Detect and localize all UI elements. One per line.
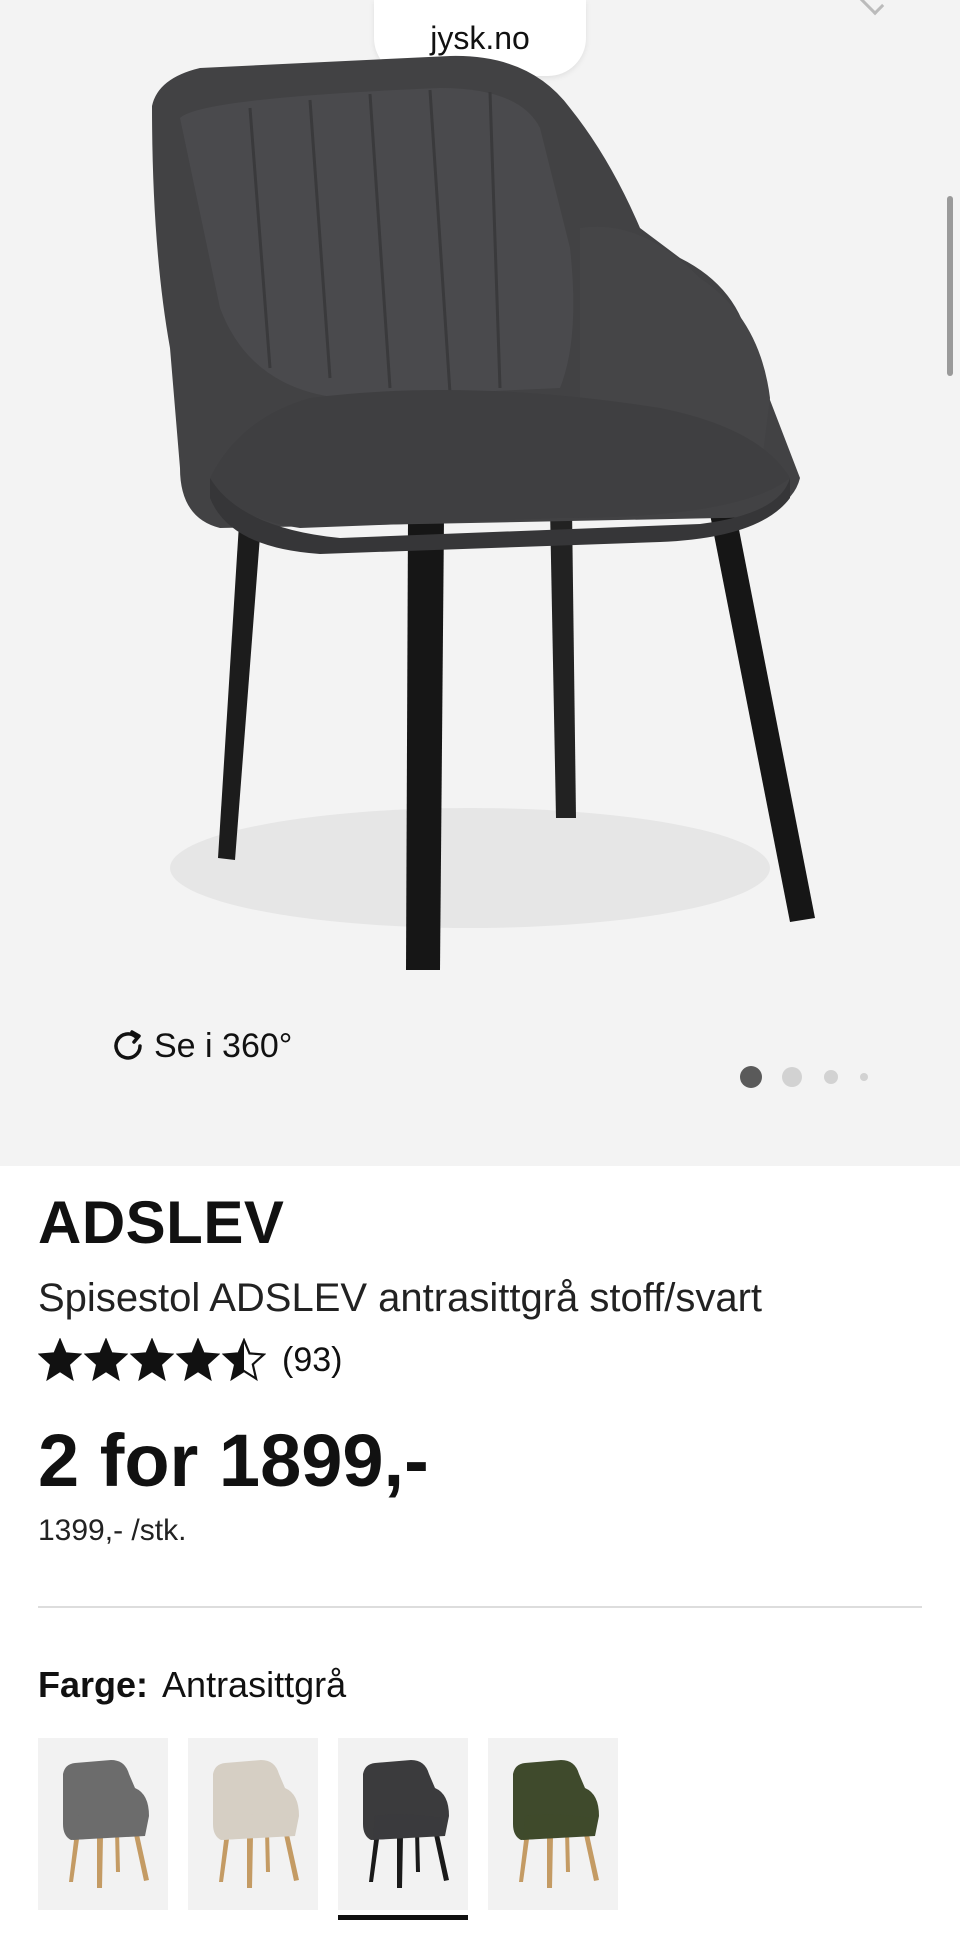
star-full-icon xyxy=(130,1338,174,1382)
star-full-icon xyxy=(176,1338,220,1382)
pagination-dot-active[interactable] xyxy=(740,1066,762,1088)
view-360-label: Se i 360° xyxy=(154,1026,293,1065)
scrollbar[interactable] xyxy=(947,196,953,376)
product-rating[interactable]: (93) xyxy=(38,1338,342,1382)
rotate-icon xyxy=(114,1030,142,1060)
star-full-icon xyxy=(38,1338,82,1382)
swatch-chair-image xyxy=(213,1760,299,1888)
color-label: Farge: xyxy=(38,1664,149,1705)
star-full-icon xyxy=(84,1338,128,1382)
product-name: Spisestol ADSLEV antrasittgrå stoff/svar… xyxy=(38,1276,763,1320)
swatch-chair-image xyxy=(513,1760,599,1888)
pagination-dot[interactable] xyxy=(860,1073,868,1081)
color-swatch[interactable] xyxy=(188,1738,318,1910)
review-count[interactable]: (93) xyxy=(282,1341,342,1380)
color-swatch[interactable] xyxy=(488,1738,618,1910)
product-price: 2 for 1899,- xyxy=(38,1419,429,1502)
swatch-chair-image xyxy=(63,1760,149,1888)
product-image-gallery[interactable]: jysk.no Se i 360° xyxy=(0,0,960,1166)
color-swatches xyxy=(38,1738,618,1920)
star-rating xyxy=(38,1338,266,1382)
product-brand: ADSLEV xyxy=(38,1189,285,1256)
color-swatch[interactable] xyxy=(38,1738,168,1910)
star-half-icon xyxy=(222,1338,266,1382)
color-swatch[interactable] xyxy=(338,1738,468,1920)
gallery-pagination[interactable] xyxy=(740,1066,868,1088)
color-selection: Farge: Antrasittgrå xyxy=(38,1664,346,1706)
selected-color: Antrasittgrå xyxy=(162,1664,347,1705)
view-360-button[interactable]: Se i 360° xyxy=(108,1020,292,1072)
unit-price: 1399,- /stk. xyxy=(38,1514,187,1547)
pagination-dot[interactable] xyxy=(782,1067,802,1087)
pagination-dot[interactable] xyxy=(824,1070,838,1084)
chevron-down-icon xyxy=(858,0,885,16)
swatch-chair-image xyxy=(363,1760,449,1888)
divider xyxy=(38,1606,922,1608)
product-image xyxy=(152,55,815,970)
